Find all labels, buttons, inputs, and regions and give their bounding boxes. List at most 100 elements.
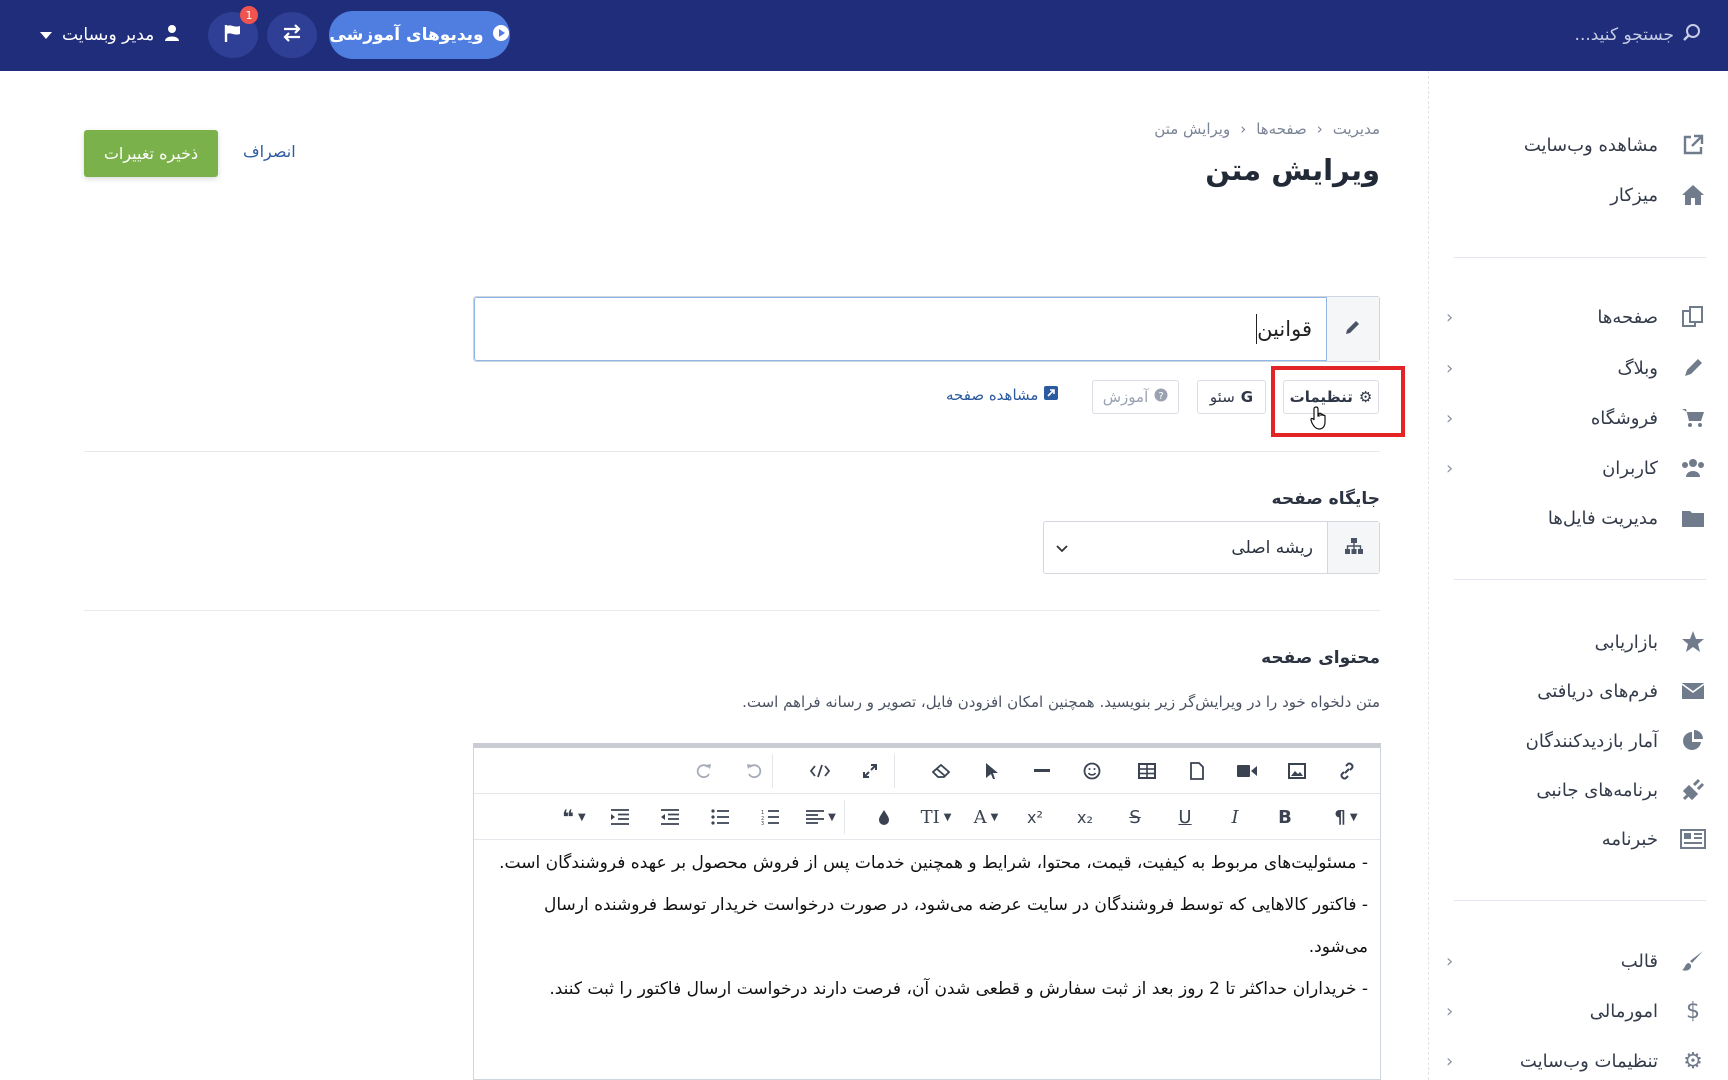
notifications-button[interactable]: 1 — [208, 6, 258, 58]
sidebar-item-plugins[interactable]: برنامه‌های جانبی — [1446, 770, 1706, 810]
eraser-icon[interactable] — [924, 756, 960, 786]
undo-icon[interactable] — [736, 756, 772, 786]
table-icon[interactable] — [1129, 756, 1165, 786]
sidebar-item-shop[interactable]: فروشگاه ‹ — [1446, 398, 1706, 438]
page-location-value-box[interactable]: ریشه اصلی — [1044, 522, 1327, 573]
chevron-left-icon: ‹ — [1446, 457, 1454, 479]
underline-icon[interactable]: U — [1167, 802, 1203, 832]
horizontal-rule-icon[interactable] — [1024, 756, 1060, 786]
breadcrumb-item[interactable]: مدیریت — [1333, 120, 1380, 138]
sidebar-item-received-forms[interactable]: فرم‌های دریافتی — [1446, 671, 1706, 711]
sidebar: مشاهده وب‌سایت میزکار صفحه‌ها ‹ وبلاگ ‹ … — [1428, 71, 1728, 1080]
user-icon — [164, 24, 180, 47]
code-view-icon[interactable] — [802, 756, 838, 786]
tab-training-label: آموزش — [1102, 388, 1149, 406]
sidebar-item-label: مدیریت فایل‌ها — [1547, 507, 1658, 529]
redo-icon[interactable] — [686, 756, 722, 786]
link-icon[interactable] — [1329, 756, 1365, 786]
page-location-value: ریشه اصلی — [1231, 537, 1313, 558]
breadcrumb-separator: ‹ — [1240, 120, 1247, 138]
fullscreen-icon[interactable] — [852, 756, 888, 786]
sidebar-item-label: وبلاگ — [1617, 357, 1658, 379]
tab-seo[interactable]: G سئو — [1197, 380, 1266, 414]
ordered-list-icon[interactable]: 123 — [752, 802, 788, 832]
rich-text-editor: ¶ ▼ B I U S x₂ x² A ▼ TI ▼ ▼ 123 ❝ ▼ - مسئول… — [473, 743, 1381, 1080]
page-title-field: قوانین — [473, 296, 1380, 362]
svg-text:3: 3 — [761, 821, 764, 825]
switch-button[interactable] — [267, 12, 317, 58]
italic-icon[interactable]: I — [1217, 802, 1253, 832]
chevron-left-icon: ‹ — [1446, 357, 1454, 379]
sidebar-item-view-website[interactable]: مشاهده وب‌سایت — [1446, 125, 1706, 165]
highlight-box — [1271, 366, 1405, 437]
sidebar-item-blog[interactable]: وبلاگ ‹ — [1446, 348, 1706, 388]
sidebar-item-dashboard[interactable]: میزکار — [1446, 175, 1706, 215]
search-icon — [1682, 23, 1702, 48]
sidebar-item-file-manager[interactable]: مدیریت فایل‌ها — [1446, 498, 1706, 538]
home-icon — [1680, 182, 1706, 208]
external-link-icon — [1044, 386, 1059, 404]
editor-paragraph: - خریداران حداکثر تا 2 روز بعد از ثبت سف… — [549, 979, 1368, 999]
page-content-label: محتوای صفحه — [1261, 648, 1380, 668]
font-size-icon[interactable]: TI ▼ — [914, 802, 958, 832]
sidebar-divider — [1454, 579, 1706, 580]
sidebar-divider — [1454, 257, 1706, 258]
view-page-link[interactable]: مشاهده صفحه — [946, 386, 1059, 404]
font-family-icon[interactable]: A ▼ — [964, 802, 1008, 832]
chevron-left-icon: ‹ — [1446, 306, 1454, 328]
breadcrumb-item[interactable]: صفحه‌ها — [1256, 120, 1307, 138]
cancel-link[interactable]: انصراف — [243, 142, 296, 161]
emoji-icon[interactable] — [1074, 756, 1110, 786]
folder-icon — [1680, 505, 1706, 531]
bold-icon[interactable]: B — [1267, 802, 1303, 832]
star-icon — [1680, 629, 1706, 655]
quote-icon[interactable]: ❝ ▼ — [552, 802, 596, 832]
envelope-icon — [1680, 678, 1706, 704]
superscript-icon[interactable]: x² — [1017, 802, 1053, 832]
user-menu[interactable]: مدیر وبسایت — [40, 18, 180, 52]
sidebar-item-pages[interactable]: صفحه‌ها ‹ — [1446, 297, 1706, 337]
text-color-icon[interactable] — [866, 802, 902, 832]
editor-content[interactable]: - مسئولیت‌های مربوط به کیفیت، قیمت، محتو… — [488, 842, 1368, 1010]
google-icon: G — [1240, 388, 1254, 406]
sitemap-icon — [1344, 537, 1363, 558]
sidebar-item-finance[interactable]: $ امورمالی ‹ — [1446, 991, 1706, 1031]
user-name: مدیر وبسایت — [62, 25, 155, 45]
page-title-value: قوانین — [1257, 317, 1312, 341]
view-page-label: مشاهده صفحه — [946, 386, 1039, 404]
unordered-list-icon[interactable] — [702, 802, 738, 832]
paragraph-format-icon[interactable]: ¶ ▼ — [1322, 802, 1370, 832]
indent-icon[interactable] — [602, 802, 638, 832]
sidebar-item-website-settings[interactable]: ⚙ تنظیمات وب‌سایت ‹ — [1446, 1041, 1706, 1080]
video-icon[interactable] — [1229, 756, 1265, 786]
image-icon[interactable] — [1279, 756, 1315, 786]
tab-training[interactable]: ? آموزش — [1092, 380, 1179, 414]
swap-arrows-icon — [281, 24, 303, 46]
align-icon[interactable]: ▼ — [799, 802, 843, 832]
sidebar-item-newsletter[interactable]: خبرنامه — [1446, 819, 1706, 859]
outdent-icon[interactable] — [652, 802, 688, 832]
toolbar-separator — [844, 800, 845, 834]
flag-icon — [223, 23, 243, 47]
sidebar-item-label: فروشگاه — [1590, 407, 1658, 429]
sidebar-divider — [1454, 900, 1706, 901]
sidebar-item-users[interactable]: کاربران ‹ — [1446, 448, 1706, 488]
hand-cursor-icon — [1310, 406, 1330, 434]
chevron-left-icon: ‹ — [1446, 1000, 1454, 1022]
sidebar-item-marketing[interactable]: بازاریابی — [1446, 622, 1706, 662]
sidebar-item-theme[interactable]: قالب ‹ — [1446, 941, 1706, 981]
notification-badge: 1 — [240, 6, 258, 24]
page-title: ویرایش متن — [1205, 153, 1380, 187]
page-location-select[interactable]: ریشه اصلی — [1043, 521, 1380, 574]
file-icon[interactable] — [1179, 756, 1215, 786]
sidebar-item-visitor-stats[interactable]: آمار بازدیدکنندگان — [1446, 721, 1706, 761]
save-changes-button[interactable]: ذخیره تغییرات — [84, 130, 218, 177]
search-placeholder[interactable]: جستجو کنید... — [1575, 25, 1674, 45]
training-videos-button[interactable]: ویدیوهای آموزشی — [329, 11, 510, 59]
subscript-icon[interactable]: x₂ — [1067, 802, 1103, 832]
search-box[interactable]: جستجو کنید... — [1575, 18, 1702, 52]
page-title-input[interactable]: قوانین — [474, 297, 1327, 361]
plug-icon — [1680, 777, 1706, 803]
pointer-icon[interactable] — [974, 756, 1010, 786]
strikethrough-icon[interactable]: S — [1117, 802, 1153, 832]
